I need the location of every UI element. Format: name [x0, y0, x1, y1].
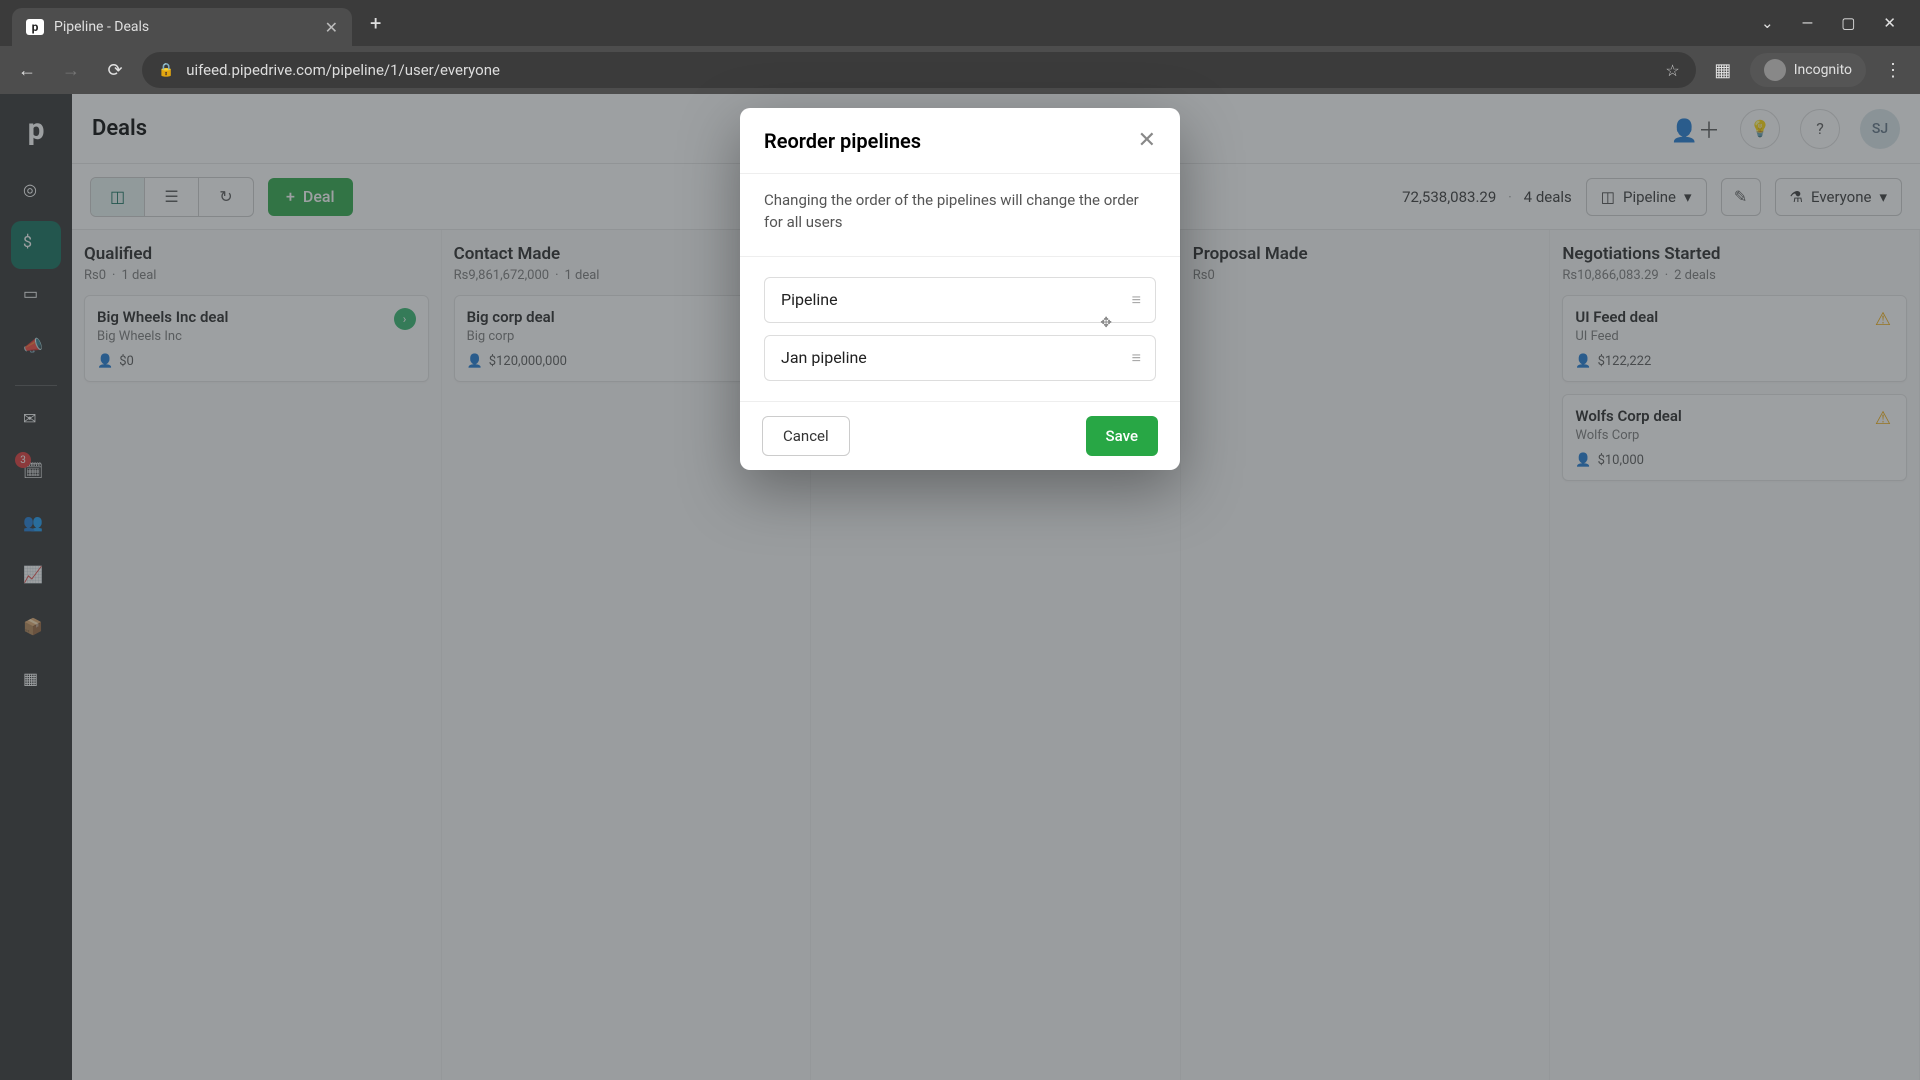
window-controls: ⌄ — ▢ ✕: [1761, 14, 1920, 32]
cancel-button[interactable]: Cancel: [762, 416, 850, 456]
save-button[interactable]: Save: [1086, 416, 1158, 456]
address-bar: ← → ⟳ 🔒 uifeed.pipedrive.com/pipeline/1/…: [0, 46, 1920, 94]
new-tab-button[interactable]: +: [370, 11, 381, 35]
modal-close-button[interactable]: ✕: [1138, 128, 1156, 153]
minimize-icon[interactable]: —: [1802, 14, 1814, 32]
star-icon[interactable]: ☆: [1665, 61, 1679, 80]
modal-title: Reorder pipelines: [764, 129, 921, 153]
modal-overlay[interactable]: Reorder pipelines ✕ Changing the order o…: [0, 94, 1920, 1080]
extensions-icon[interactable]: ▦: [1706, 53, 1740, 87]
browser-tab[interactable]: p Pipeline - Deals ✕: [12, 8, 352, 46]
tab-title: Pipeline - Deals: [54, 19, 149, 35]
browser-menu-icon[interactable]: ⋮: [1876, 53, 1910, 87]
move-cursor-icon: ✥: [1100, 315, 1112, 331]
lock-icon: 🔒: [158, 63, 174, 78]
pipeline-list: ✥ Pipeline ≡ Jan pipeline ≡: [740, 257, 1180, 401]
browser-titlebar: p Pipeline - Deals ✕ + ⌄ — ▢ ✕: [0, 0, 1920, 46]
url-text: uifeed.pipedrive.com/pipeline/1/user/eve…: [186, 61, 500, 79]
pipeline-reorder-item[interactable]: Pipeline ≡: [764, 277, 1156, 323]
tab-favicon-icon: p: [26, 19, 44, 35]
close-window-icon[interactable]: ✕: [1883, 14, 1896, 32]
modal-description: Changing the order of the pipelines will…: [740, 173, 1180, 257]
back-button[interactable]: ←: [10, 53, 44, 87]
maximize-icon[interactable]: ▢: [1841, 14, 1855, 32]
drag-handle-icon[interactable]: ≡: [1132, 290, 1139, 310]
forward-button[interactable]: →: [54, 53, 88, 87]
reorder-modal: Reorder pipelines ✕ Changing the order o…: [740, 108, 1180, 470]
pipeline-item-label: Jan pipeline: [781, 348, 867, 367]
reload-button[interactable]: ⟳: [98, 53, 132, 87]
app-container: p ◎ $ ▭ 📣 ✉ 3 🗓 👥 📈 📦 ▦ Deals 👤＋ 💡 ? SJ: [0, 94, 1920, 1080]
tab-close-icon[interactable]: ✕: [325, 18, 338, 37]
url-input[interactable]: 🔒 uifeed.pipedrive.com/pipeline/1/user/e…: [142, 52, 1696, 88]
incognito-icon: [1764, 59, 1786, 81]
incognito-label: Incognito: [1794, 62, 1852, 78]
pipeline-reorder-item[interactable]: Jan pipeline ≡: [764, 335, 1156, 381]
incognito-indicator[interactable]: Incognito: [1750, 53, 1866, 87]
pipeline-item-label: Pipeline: [781, 290, 838, 309]
chevron-down-icon[interactable]: ⌄: [1761, 14, 1774, 32]
drag-handle-icon[interactable]: ≡: [1132, 348, 1139, 368]
